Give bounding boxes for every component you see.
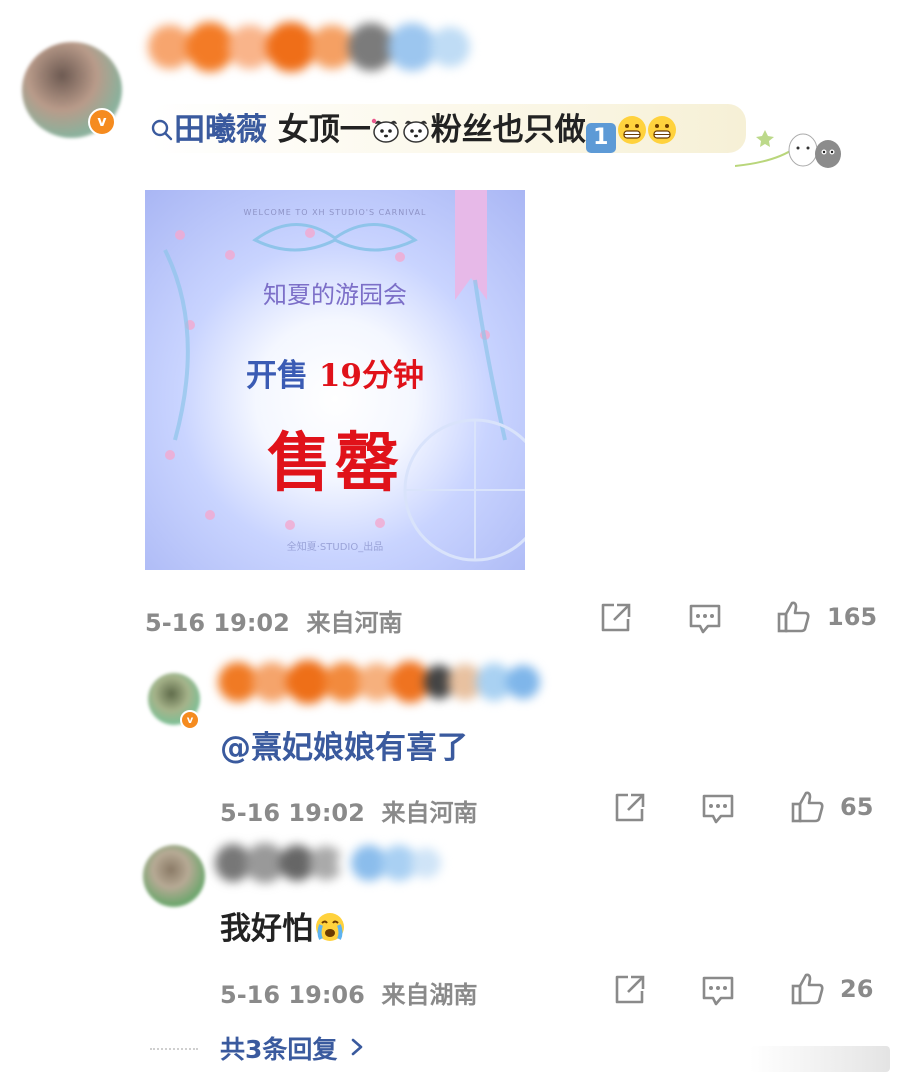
like-icon[interactable] [776, 600, 812, 638]
reply-username-blurred[interactable] [218, 660, 540, 704]
promo-title: 知夏的游园会 [263, 281, 407, 309]
promo-image[interactable]: WELCOME TO XH STUDIO'S CARNIVAL 知夏的游园会 开… [145, 190, 525, 570]
share-icon[interactable] [598, 600, 634, 638]
topic-link[interactable]: 田曦薇 [174, 112, 267, 148]
verified-badge: v [180, 710, 200, 730]
like-icon[interactable] [790, 790, 826, 828]
main-username-blurred[interactable] [148, 22, 470, 72]
comment-text: 田曦薇 女顶一 粉丝也只做 1 [150, 104, 746, 153]
comment-icon[interactable] [687, 602, 723, 640]
promo-line2: 售罄 [267, 426, 403, 501]
keycap-one-icon: 1 [585, 123, 616, 153]
dotted-divider [150, 1048, 198, 1050]
reply-text: @熹妃娘娘有喜了 [220, 730, 468, 766]
chevron-right-icon [350, 1034, 364, 1063]
share-icon[interactable] [612, 972, 648, 1010]
verified-badge: v [88, 108, 116, 136]
comment-meta: 5-16 19:02 来自河南 [145, 609, 403, 637]
grin-emoji-icon [617, 116, 646, 144]
promo-line1: 开售 19分钟 [246, 358, 424, 394]
like-count: 165 [827, 603, 878, 631]
comment-icon[interactable] [700, 792, 736, 830]
reply-meta: 5-16 19:06 来自湖南 [220, 981, 478, 1009]
watermark [750, 1046, 890, 1072]
like-icon[interactable] [790, 972, 826, 1010]
promo-footer: 全知夏·STUDIO_出品 [286, 542, 384, 553]
dog-emoji-icon [401, 116, 431, 144]
comment-icon[interactable] [700, 974, 736, 1012]
promo-top-text: WELCOME TO XH STUDIO'S CARNIVAL [243, 208, 427, 217]
like-count: 65 [840, 793, 874, 821]
crying-emoji-icon [313, 911, 347, 943]
reply-username-blurred[interactable] [215, 843, 441, 883]
like-count: 26 [840, 975, 874, 1003]
dog-emoji-icon [371, 116, 401, 144]
reply-meta: 5-16 19:02 来自河南 [220, 799, 478, 827]
decorative-sticker [734, 118, 845, 178]
more-replies-link[interactable]: 共3条回复 [220, 1030, 364, 1066]
reply-text: 我好怕 [220, 903, 347, 948]
search-icon[interactable] [150, 114, 174, 150]
share-icon[interactable] [612, 790, 648, 828]
reply-avatar[interactable] [143, 845, 205, 907]
grin-emoji-icon [647, 116, 676, 144]
